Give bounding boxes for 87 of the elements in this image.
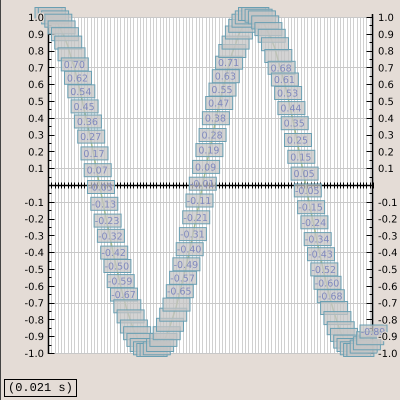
data-label: -0.60	[314, 276, 342, 290]
data-label: 0.47	[205, 96, 234, 110]
axis-tick-label: 0.2	[28, 147, 44, 158]
data-label: -0.23	[94, 214, 122, 228]
axis-tick-label: 0.7	[28, 63, 44, 74]
axis-tick-label: 0.1	[28, 164, 44, 176]
axis-tick-label: 0.3	[378, 130, 394, 142]
data-label: 0.63	[212, 69, 240, 84]
axis-tick-label: 0.5	[28, 97, 44, 108]
axis-tick-label: 0.6	[378, 80, 394, 92]
data-label: 0.38	[202, 111, 230, 126]
axis-tick-label: 0.9	[28, 30, 44, 41]
data-label: 0.28	[198, 128, 227, 142]
axis-tick-label: 0.8	[28, 46, 44, 58]
axis-tick-label: 0.1	[378, 164, 394, 176]
axis-tick-label: -0.5	[378, 265, 398, 276]
data-label: 0.45	[70, 99, 99, 114]
data-label: 0.62	[64, 70, 92, 85]
data-label: -0.65	[166, 284, 194, 298]
axis-tick-label: -0.8	[24, 315, 44, 326]
data-label: -0.21	[182, 210, 210, 224]
data-label: 0.15	[287, 150, 316, 164]
elapsed-time: (0.021 s)	[4, 379, 77, 397]
data-label: -0.50	[103, 259, 132, 273]
data-label: 0.25	[284, 133, 312, 147]
data-label: 0.27	[77, 130, 106, 144]
axis-tick-label: -0.1	[24, 198, 44, 209]
data-label: -0.42	[100, 246, 128, 260]
axis-tick-label: -1.0	[24, 349, 44, 360]
axis-tick-label: -0.6	[24, 282, 44, 293]
axis-tick-label: -0.4	[24, 248, 44, 260]
data-label: -0.40	[176, 242, 204, 256]
data-label: 0.68	[268, 60, 296, 75]
axis-tick-label: 0.5	[378, 97, 394, 108]
axis-tick-label: 1.0	[28, 13, 44, 24]
axis-tick-label: -0.9	[24, 332, 44, 344]
data-label: -0.31	[178, 227, 207, 242]
axis-tick-label: -0.1	[378, 198, 398, 209]
data-label: 0.35	[280, 116, 309, 130]
axis-tick-label: 0.6	[28, 80, 44, 92]
axis-tick-label: 0.8	[378, 46, 394, 58]
axis-tick-label: 0.9	[378, 30, 394, 41]
axis-tick-label: 0.3	[28, 130, 44, 142]
data-label: 0.19	[195, 143, 224, 158]
axis-tick-label: 0.2	[378, 147, 394, 158]
data-label: -0.13	[90, 196, 118, 211]
axis-tick-label: -0.7	[378, 298, 398, 310]
axis-tick-label: 0.4	[28, 114, 44, 125]
axis-tick-label: -0.3	[24, 231, 44, 242]
data-label: -0.59	[106, 274, 135, 288]
data-label: -0.15	[297, 200, 326, 214]
data-label: -0.49	[172, 257, 200, 272]
data-label: 0.70	[60, 57, 89, 72]
data-label: -0.68	[316, 289, 345, 304]
data-label: 0.17	[80, 146, 108, 160]
data-label: -0.57	[169, 270, 198, 285]
data-label: -0.01	[188, 176, 217, 191]
data-label: 0.36	[74, 114, 102, 128]
axis-tick-label: -0.2	[24, 214, 44, 226]
data-label: 0.55	[208, 82, 236, 97]
axis-tick-label: -0.6	[378, 282, 398, 293]
data-label: -0.52	[310, 262, 338, 276]
data-label: -0.24	[300, 215, 328, 230]
data-label: 0.54	[67, 84, 96, 98]
axis-tick-label: -0.4	[378, 248, 398, 260]
data-label: 0.07	[84, 163, 112, 178]
axis-tick-label: -0.7	[24, 298, 44, 310]
data-label: -0.67	[110, 288, 138, 302]
axis-tick-label: 0.4	[378, 114, 394, 125]
data-label: 0.05	[290, 166, 319, 181]
data-label: 0.61	[270, 72, 299, 86]
data-label: -0.03	[87, 180, 115, 194]
data-label: -0.11	[186, 194, 214, 208]
data-label: -0.43	[307, 247, 335, 262]
data-label: -0.34	[304, 232, 332, 246]
data-label: -0.32	[96, 228, 125, 243]
axis-tick-label: -0.8	[378, 315, 398, 326]
axis-tick-label: -0.3	[378, 231, 398, 242]
axis-tick-label: -0.5	[24, 265, 44, 276]
data-label: 0.44	[277, 101, 306, 116]
axis-tick-label: -0.2	[378, 214, 398, 226]
axis-tick-label: 1.0	[378, 13, 394, 24]
axis-tick-label: 0.7	[378, 63, 394, 74]
data-label: -0.05	[294, 183, 322, 198]
data-label: 0.53	[274, 86, 302, 100]
data-label: 0.09	[192, 160, 220, 174]
axis-tick-label: -1.0	[378, 349, 398, 360]
